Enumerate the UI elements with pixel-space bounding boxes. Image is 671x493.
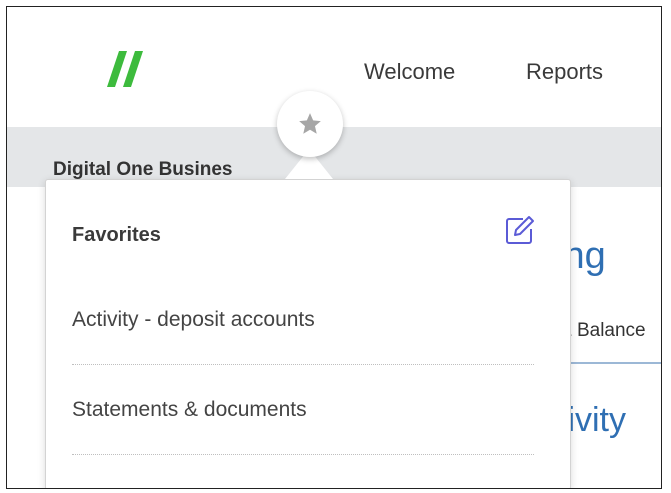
favorite-separator [72,454,534,455]
favorites-star-button[interactable] [277,91,343,157]
business-name: Digital One Busines [53,159,233,180]
favorite-item-activity[interactable]: Activity - deposit accounts [72,308,534,332]
nav-welcome[interactable]: Welcome [364,59,455,85]
nav-reports[interactable]: Reports [526,59,603,85]
favorites-title: Favorites [72,224,161,246]
favorites-popover: Favorites Activity - deposit accounts St… [45,179,571,488]
star-icon [299,113,321,134]
balance-tab-label[interactable]: & Balance [559,320,646,342]
double-slash-logo[interactable] [105,49,151,89]
screenshot-frame: Welcome Reports Digital One Busines ing … [6,6,662,489]
edit-icon[interactable] [501,213,537,249]
favorite-separator [72,364,534,365]
favorite-item-statements[interactable]: Statements & documents [72,398,534,422]
